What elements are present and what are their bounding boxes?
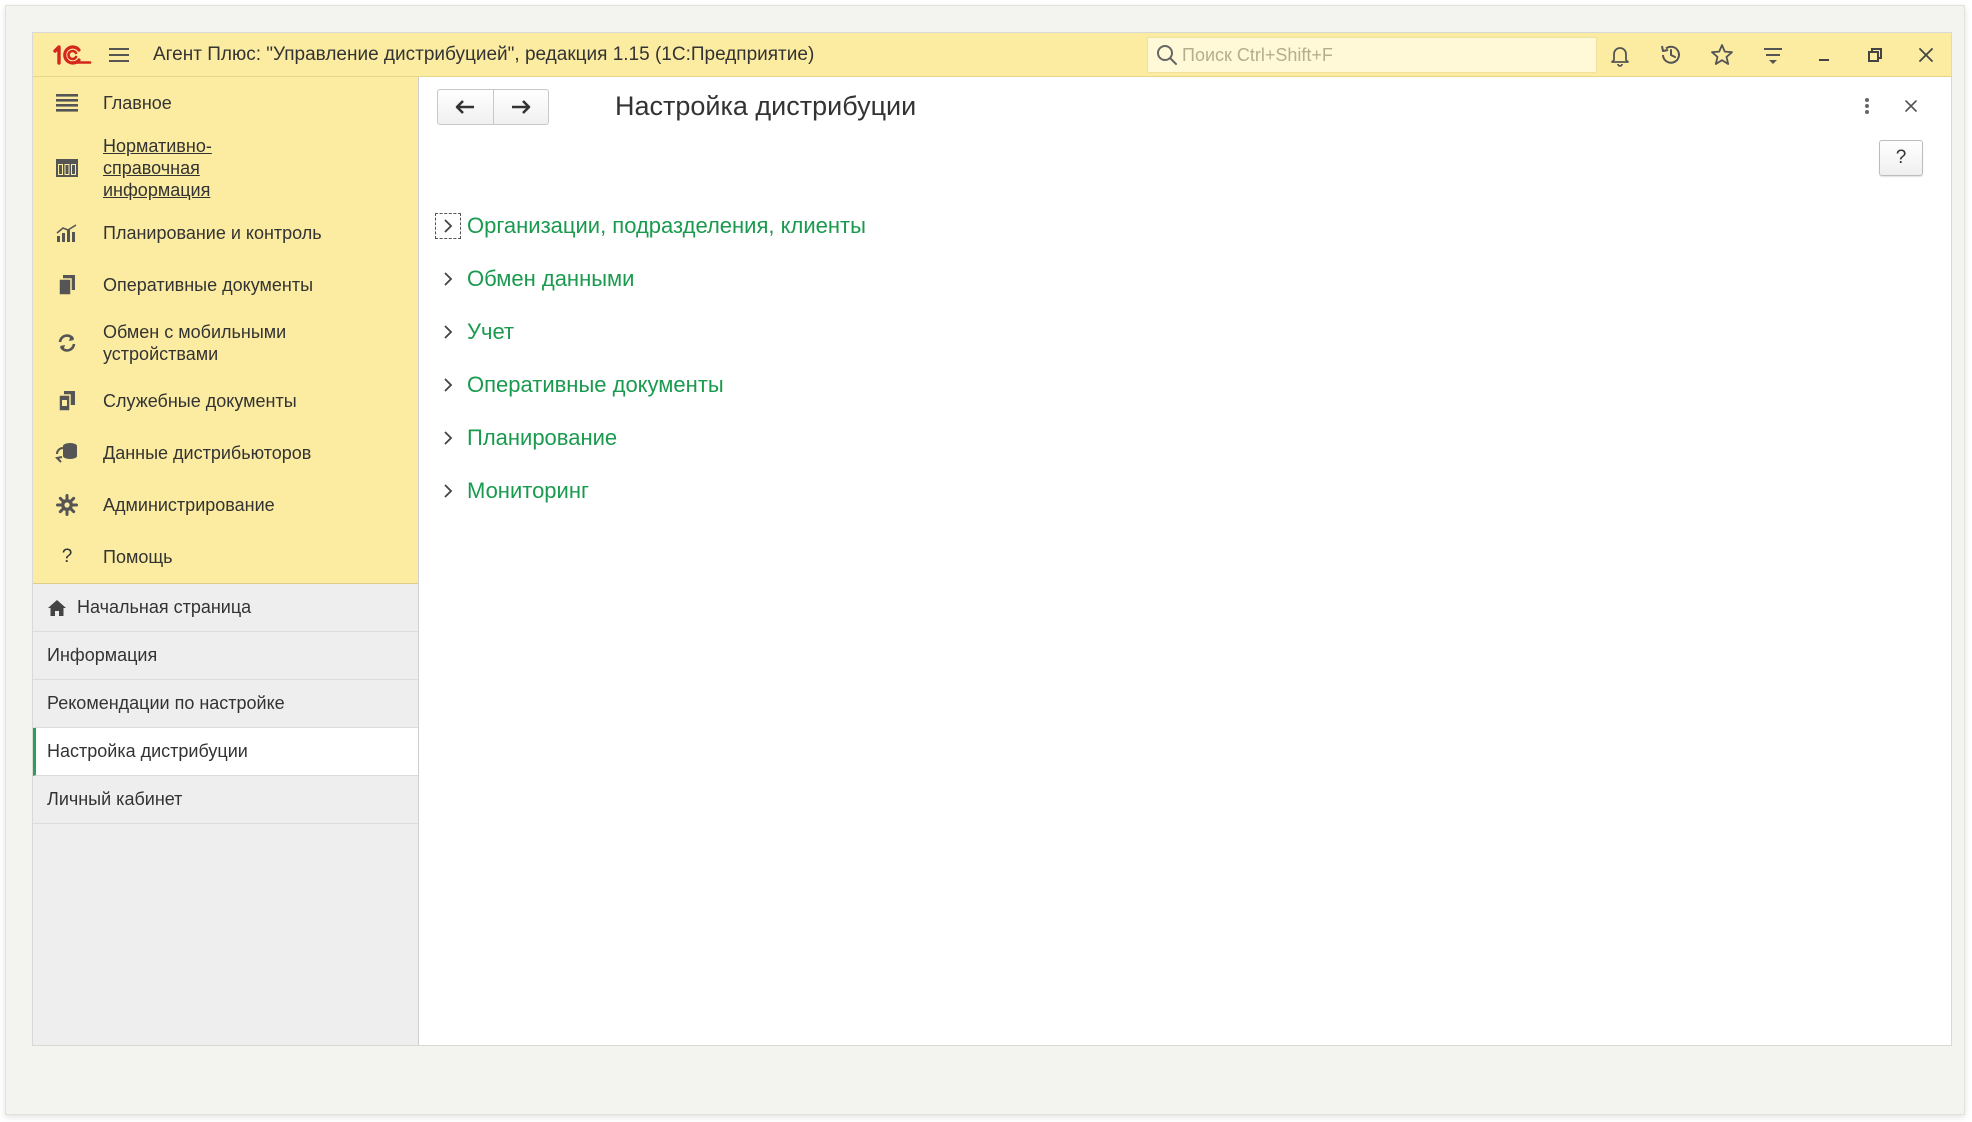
forward-button[interactable] <box>492 90 549 124</box>
section-planning[interactable]: Планирование и контроль <box>33 207 418 259</box>
minimize-icon[interactable] <box>1798 33 1849 77</box>
section-label: Обмен с мобильными устройствами <box>103 322 287 364</box>
content-area: Настройка дистрибуции ? Организации, под… <box>419 77 1951 1045</box>
section-label: Планирование и контроль <box>103 223 322 243</box>
nav-item-label: Настройка дистрибуции <box>47 741 248 761</box>
section-label: Служебные документы <box>103 391 297 411</box>
bell-icon[interactable] <box>1594 33 1645 77</box>
sync-icon <box>47 332 87 354</box>
section-distributor-data[interactable]: Данные дистрибьюторов <box>33 427 418 479</box>
section-label: Администрирование <box>103 495 275 515</box>
section-label: Оперативные документы <box>103 275 314 295</box>
1c-logo-icon <box>47 33 97 77</box>
chevron-right-icon <box>435 212 461 239</box>
nav-item-information[interactable]: Информация <box>33 632 418 680</box>
group-organizations[interactable]: Организации, подразделения, клиенты <box>435 199 866 252</box>
section-label: Главное <box>103 93 172 113</box>
chevron-right-icon <box>435 372 461 398</box>
chart-icon <box>47 223 87 243</box>
section-label: Помощь <box>103 547 173 567</box>
nav-item-recommendations[interactable]: Рекомендации по настройке <box>33 680 418 728</box>
section-mobile-exchange[interactable]: Обмен с мобильными устройствами <box>33 311 418 375</box>
group-label: Мониторинг <box>467 477 590 503</box>
nav-item-personal-account[interactable]: Личный кабинет <box>33 776 418 824</box>
question-icon: ? <box>61 546 73 567</box>
gear-icon <box>47 494 87 516</box>
page-title: Настройка дистрибуции <box>615 91 917 121</box>
documents-icon <box>47 274 87 296</box>
app-window: Агент Плюс: "Управление дистрибуцией", р… <box>32 32 1952 1046</box>
section-operative-docs[interactable]: Оперативные документы <box>33 259 418 311</box>
list-icon <box>47 93 87 113</box>
screenshot-frame: Агент Плюс: "Управление дистрибуцией", р… <box>5 5 1965 1115</box>
group-label: Планирование <box>467 424 618 450</box>
more-actions-icon[interactable] <box>1855 91 1879 121</box>
home-icon <box>47 599 67 617</box>
sections-panel: Главное Нормативно-справочная информация <box>33 77 418 584</box>
title-bar: Агент Плюс: "Управление дистрибуцией", р… <box>33 33 1951 77</box>
chevron-right-icon <box>435 478 461 504</box>
arrow-left-icon <box>455 100 475 114</box>
group-label: Обмен данными <box>467 265 635 291</box>
nav-item-distribution-settings[interactable]: Настройка дистрибуции <box>33 728 418 776</box>
group-label: Оперативные документы <box>467 371 724 397</box>
star-icon[interactable] <box>1696 33 1747 77</box>
global-search[interactable] <box>1147 37 1597 73</box>
nav-item-label: Личный кабинет <box>47 789 183 809</box>
section-main[interactable]: Главное <box>33 77 418 129</box>
section-label: Данные дистрибьюторов <box>103 443 312 463</box>
history-icon[interactable] <box>1645 33 1696 77</box>
section-reference[interactable]: Нормативно-справочная информация <box>33 129 418 207</box>
group-label: Учет <box>467 318 515 344</box>
open-pages-list: Начальная страница Информация Рекомендац… <box>33 584 418 824</box>
app-title: Агент Плюс: "Управление дистрибуцией", р… <box>153 43 815 65</box>
distributor-data-icon <box>47 442 87 464</box>
nav-item-label: Рекомендации по настройке <box>47 693 285 713</box>
group-accounting[interactable]: Учет <box>435 305 866 358</box>
group-label: Организации, подразделения, клиенты <box>467 212 866 238</box>
nav-item-home[interactable]: Начальная страница <box>33 584 418 632</box>
group-monitoring[interactable]: Мониторинг <box>435 464 866 517</box>
section-administration[interactable]: Администрирование <box>33 479 418 531</box>
arrow-right-icon <box>511 100 531 114</box>
section-label: Нормативно-справочная информация <box>103 136 212 200</box>
restore-icon[interactable] <box>1849 33 1900 77</box>
group-operative-documents[interactable]: Оперативные документы <box>435 358 866 411</box>
sidebar: Главное Нормативно-справочная информация <box>33 77 419 1045</box>
main-menu-icon[interactable] <box>99 33 139 77</box>
search-input[interactable] <box>1182 44 1582 66</box>
section-help[interactable]: ? Помощь <box>33 531 418 583</box>
window-toolbar <box>1594 33 1951 77</box>
search-icon <box>1157 45 1177 65</box>
catalog-icon <box>47 158 87 178</box>
close-form-icon[interactable] <box>1899 91 1923 121</box>
section-service-docs[interactable]: Служебные документы <box>33 375 418 427</box>
group-planning[interactable]: Планирование <box>435 411 866 464</box>
chevron-right-icon <box>435 266 461 292</box>
help-button[interactable]: ? <box>1879 140 1923 176</box>
nav-item-label: Информация <box>47 645 158 665</box>
history-nav <box>437 89 549 125</box>
close-icon[interactable] <box>1900 33 1951 77</box>
back-button[interactable] <box>438 90 493 124</box>
settings-groups: Организации, подразделения, клиенты Обме… <box>435 199 866 517</box>
service-documents-icon <box>47 390 87 412</box>
nav-item-label: Начальная страница <box>77 597 252 617</box>
chevron-right-icon <box>435 319 461 345</box>
funnel-icon[interactable] <box>1747 33 1798 77</box>
group-data-exchange[interactable]: Обмен данными <box>435 252 866 305</box>
chevron-right-icon <box>435 425 461 451</box>
